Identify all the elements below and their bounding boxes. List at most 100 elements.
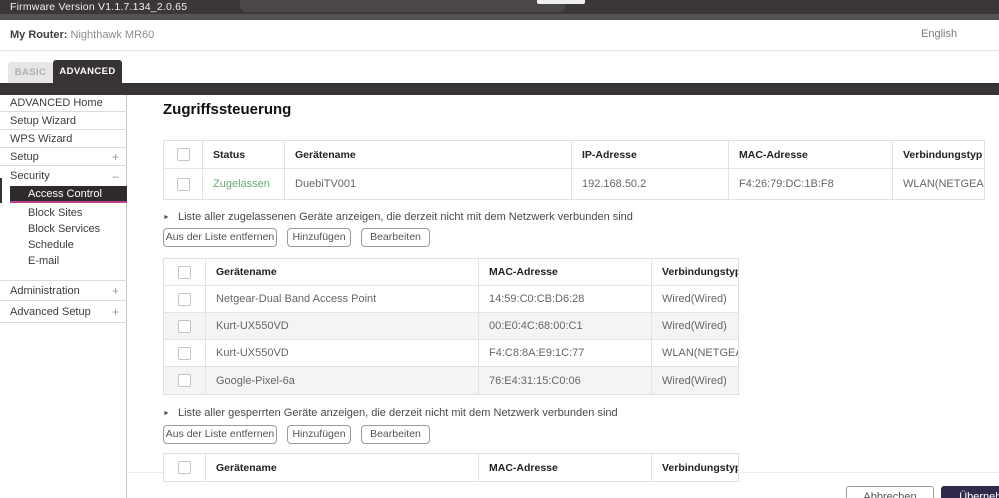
topbar-inner-panel [240,0,565,12]
apply-button[interactable]: Übernehmen [941,486,999,498]
add-button[interactable]: Hinzufügen [287,425,351,444]
table-header-row: Gerätename MAC-Adresse Verbindungstyp [164,259,738,286]
table-header-row: Gerätename MAC-Adresse Verbindungstyp [164,454,738,481]
add-button[interactable]: Hinzufügen [287,228,351,247]
sidebar-item-access-control[interactable]: Access Control [10,186,127,203]
sidebar-item-setup[interactable]: Setup + [0,149,127,166]
sidebar-subitem-label: E-mail [28,255,60,267]
row-checkbox[interactable] [178,292,191,306]
row-checkbox[interactable] [176,177,190,191]
table-row: Netgear-Dual Band Access Point 14:59:C0:… [164,286,738,313]
sidebar-subitem-label: Schedule [28,239,74,251]
sidebar-item-label: Setup [10,151,39,163]
sidebar-item-label: WPS Wizard [10,133,73,145]
firmware-topbar: Firmware Version V1.1.7.134_2.0.65 [0,0,999,14]
device-name-cell: Netgear-Dual Band Access Point [206,286,479,312]
connection-type-cell: WLAN(NETGEAR74) [662,347,738,359]
mac-address-cell: F4:26:79:DC:1B:F8 [729,169,893,199]
sidebar-item-setup-wizard[interactable]: Setup Wizard [0,113,127,130]
select-all-checkbox[interactable] [178,461,191,474]
device-name-cell: Kurt-UX550VD [206,313,479,339]
tabs-underbar [0,83,999,95]
plus-expander-icon[interactable]: + [112,305,119,319]
select-all-checkbox[interactable] [176,148,190,161]
row-checkbox[interactable] [178,319,191,333]
allowed-actions: Aus der Liste entfernen Hinzufügen Bearb… [163,228,430,247]
blocked-actions: Aus der Liste entfernen Hinzufügen Bearb… [163,425,430,444]
minus-expander-icon[interactable]: – [112,169,119,183]
table-header-row: Status Gerätename IP-Adresse MAC-Adresse… [164,141,984,169]
allowed-offline-devices-table: Gerätename MAC-Adresse Verbindungstyp Ne… [163,258,739,395]
expand-arrow-icon: ► [163,214,170,221]
sidebar-item-schedule[interactable]: Schedule [0,237,127,253]
mac-address-cell: 76:E4:31:15:C0:06 [479,367,652,394]
connection-type-cell: Wired(Wired) [662,320,727,332]
page-title: Zugriffssteuerung [163,101,292,118]
column-header: Status [203,141,285,168]
plus-expander-icon[interactable]: + [112,150,119,164]
header-checkbox-cell [164,259,206,285]
sidebar-item-label: Setup Wizard [10,115,77,127]
header-checkbox-cell [164,454,206,481]
cancel-button[interactable]: Abbrechen [846,486,934,498]
remove-from-list-button[interactable]: Aus der Liste entfernen [163,228,277,247]
sidebar-item-label: ADVANCED Home [10,97,103,109]
column-header: Gerätename [206,454,479,481]
sidebar-item-security[interactable]: Security – [0,167,127,185]
my-router-label: My Router: Nighthawk MR60 [10,29,154,41]
router-name: Nighthawk MR60 [70,29,155,41]
sidebar-subitem-label: Block Sites [28,207,83,219]
connection-type-cell: Wired(Wired) [662,374,727,387]
column-header: IP-Adresse [572,141,729,168]
sidebar-nav: ADVANCED Home Setup Wizard WPS Wizard Se… [0,95,127,498]
sidebar-item-block-sites[interactable]: Block Sites [0,205,127,221]
blocked-offline-devices-table: Gerätename MAC-Adresse Verbindungstyp [163,453,739,482]
allowed-list-toggle-label: Liste aller zugelassenen Geräte anzeigen… [178,211,633,223]
status-cell: Zugelassen [203,169,285,199]
blocked-list-toggle[interactable]: ► Liste aller gesperrten Geräte anzeigen… [163,407,618,419]
remove-from-list-button[interactable]: Aus der Liste entfernen [163,425,277,444]
row-checkbox[interactable] [178,346,191,360]
sidebar-item-email[interactable]: E-mail [0,253,127,269]
expand-arrow-icon: ► [163,410,170,417]
row-checkbox-cell [164,286,206,312]
my-router-prefix: My Router: [10,29,68,41]
router-header: My Router: Nighthawk MR60 English [0,20,999,51]
row-checkbox-cell [164,340,206,366]
tab-advanced[interactable]: ADVANCED [53,60,122,83]
plus-expander-icon[interactable]: + [112,284,119,298]
column-header: Verbindungstyp [662,461,738,474]
select-all-checkbox[interactable] [178,265,191,279]
table-row: Google-Pixel-6a 76:E4:31:15:C0:06 Wired(… [164,367,738,394]
sidebar-item-label: Advanced Setup [10,306,91,318]
row-checkbox-cell [164,169,203,199]
sidebar-subitem-label: Block Services [28,223,101,235]
sidebar-edge-marker [0,178,2,203]
sidebar-item-administration[interactable]: Administration + [0,280,127,301]
edit-button[interactable]: Bearbeiten [361,425,430,444]
connection-type-cell: WLAN(NETGEAR74) [903,178,984,190]
column-header: Gerätename [206,259,479,285]
sidebar-item-wps-wizard[interactable]: WPS Wizard [0,131,127,148]
column-header: Verbindungstyp [662,266,738,278]
edit-button[interactable]: Bearbeiten [361,228,430,247]
sidebar-item-advanced-home[interactable]: ADVANCED Home [0,95,127,112]
language-selector[interactable]: English [921,28,957,40]
column-header: Verbindungstyp [903,148,983,161]
sidebar-item-advanced-setup[interactable]: Advanced Setup + [0,302,127,323]
mac-address-cell: F4:C8:8A:E9:1C:77 [479,340,652,366]
row-checkbox-cell [164,367,206,394]
device-name-cell: Kurt-UX550VD [206,340,479,366]
tab-basic[interactable]: BASIC [8,62,53,83]
column-header: MAC-Adresse [479,454,652,481]
row-checkbox[interactable] [178,374,191,387]
allowed-list-toggle[interactable]: ► Liste aller zugelassenen Geräte anzeig… [163,211,633,223]
sidebar-item-block-services[interactable]: Block Services [0,221,127,237]
connection-type-cell: Wired(Wired) [662,293,727,305]
sidebar-item-label: Administration [10,284,80,297]
device-name-cell: Google-Pixel-6a [206,367,479,394]
sidebar-item-label: Security [10,170,50,182]
blocked-list-toggle-label: Liste aller gesperrten Geräte anzeigen, … [178,407,618,419]
device-name-cell: DuebiTV001 [285,169,572,199]
column-header: MAC-Adresse [479,259,652,285]
